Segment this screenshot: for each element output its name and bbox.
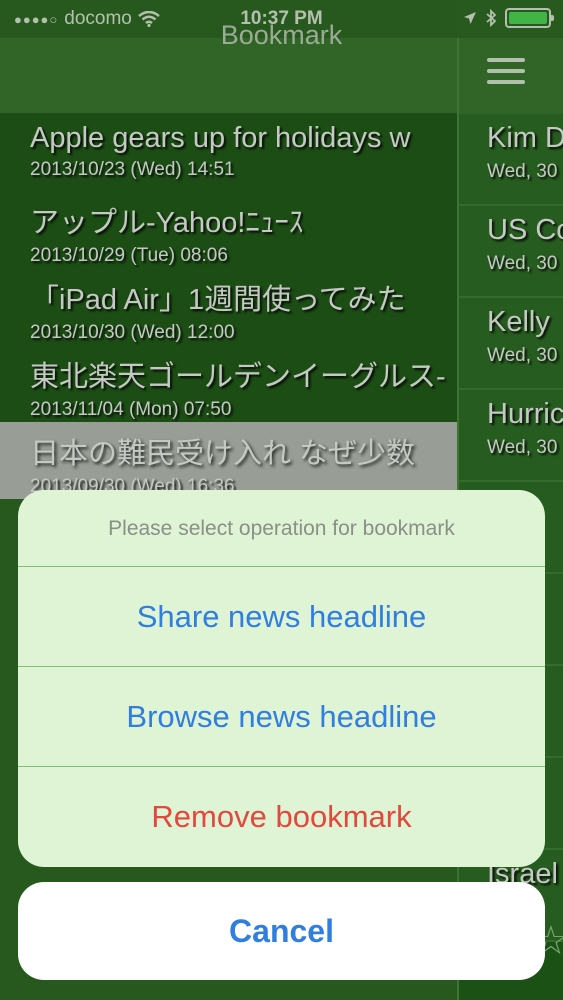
remove-bookmark-button[interactable]: Remove bookmark <box>18 767 545 867</box>
action-sheet-message: Please select operation for bookmark <box>18 490 545 567</box>
browse-headline-button[interactable]: Browse news headline <box>18 667 545 767</box>
cancel-button[interactable]: Cancel <box>18 882 545 980</box>
action-sheet: Please select operation for bookmark Sha… <box>18 490 545 867</box>
share-headline-button[interactable]: Share news headline <box>18 567 545 667</box>
